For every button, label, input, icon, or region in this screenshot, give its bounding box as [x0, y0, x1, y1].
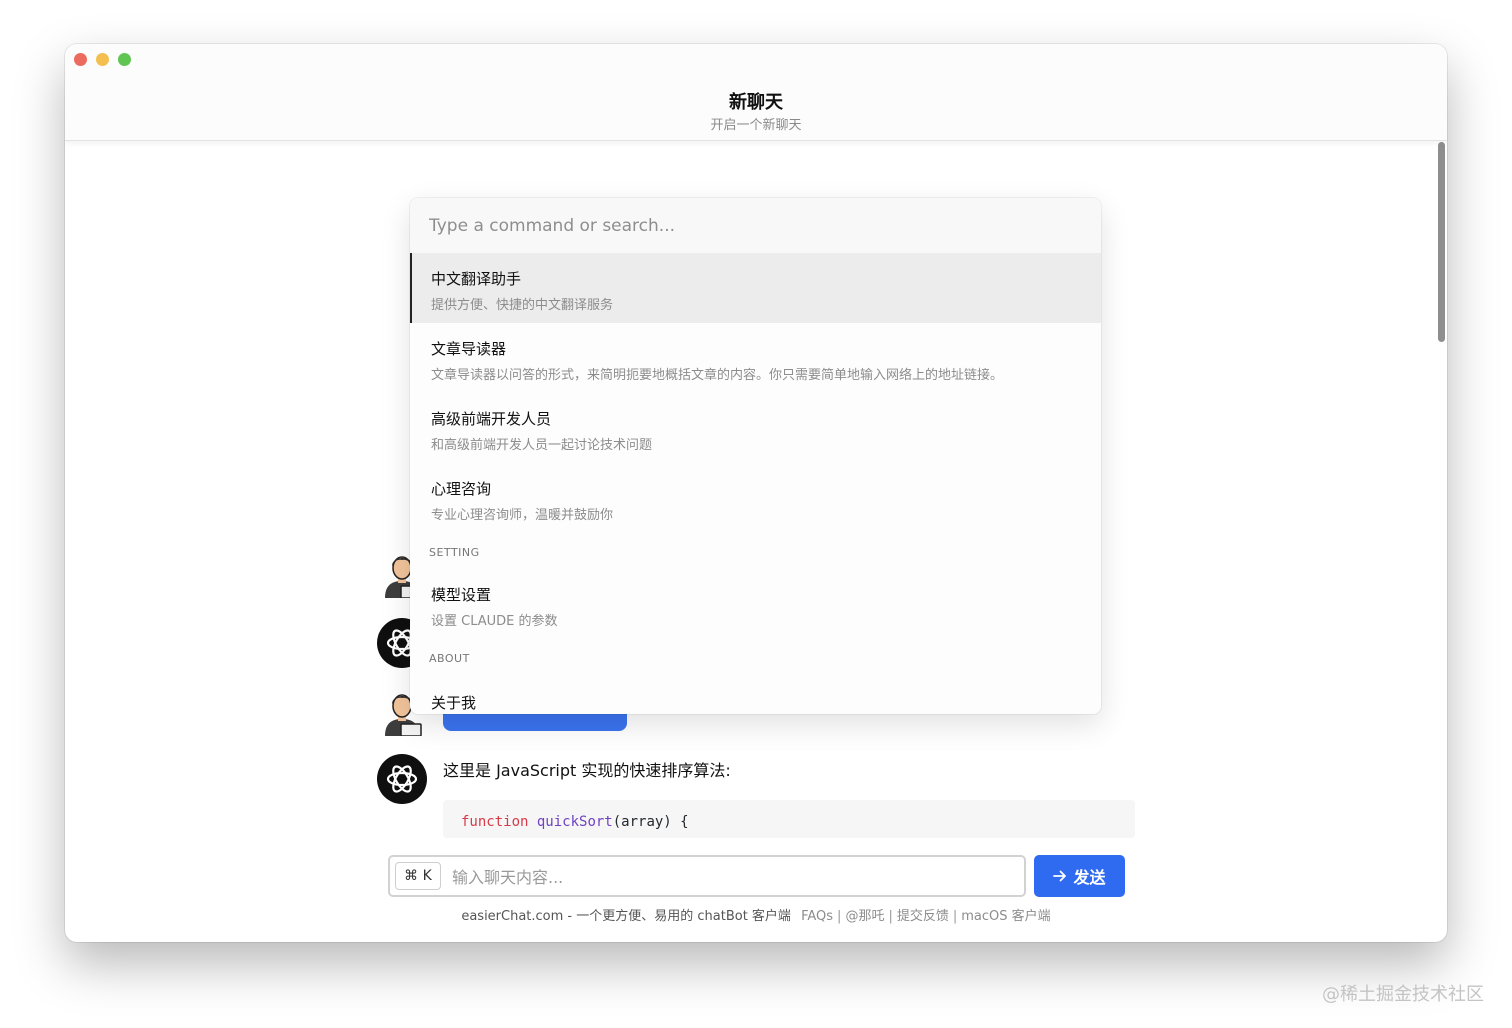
footer-link-author[interactable]: @那吒 [845, 909, 884, 924]
arrow-right-icon [1053, 870, 1067, 882]
palette-item-title: 中文翻译助手 [431, 270, 522, 288]
code-keyword: function [461, 814, 529, 830]
footer-link-feedback[interactable]: 提交反馈 [897, 909, 949, 924]
palette-item-about-me[interactable]: 关于我 [410, 677, 1101, 714]
chat-input-box: ⌘ K [388, 855, 1026, 897]
title-bar: 新聊天 开启一个新聊天 [65, 44, 1447, 141]
window-controls [74, 53, 131, 66]
palette-item-model-settings[interactable]: 模型设置 设置 CLAUDE 的参数 [410, 569, 1101, 639]
palette-item-desc: 文章导读器以问答的形式，来简明扼要地概括文章的内容。你只需要简单地输入网络上的地… [431, 368, 1004, 383]
watermark: @稀土掘金技术社区 [1322, 984, 1484, 1005]
palette-item-title: 高级前端开发人员 [431, 410, 552, 428]
palette-item-desc: 提供方便、快捷的中文翻译服务 [431, 298, 614, 313]
chat-title: 新聊天 [729, 92, 783, 113]
palette-item-desc: 设置 CLAUDE 的参数 [431, 614, 558, 629]
palette-item-desc: 专业心理咨询师，温暖并鼓励你 [431, 508, 614, 523]
palette-item-title: 心理咨询 [431, 480, 492, 498]
chat-subtitle: 开启一个新聊天 [710, 118, 802, 133]
palette-group-about: ABOUT [429, 652, 470, 665]
palette-item-title: 关于我 [431, 694, 477, 712]
palette-item-frontend-dev[interactable]: 高级前端开发人员 和高级前端开发人员一起讨论技术问题 [410, 393, 1101, 463]
palette-item-counseling[interactable]: 心理咨询 专业心理咨询师，温暖并鼓励你 [410, 463, 1101, 533]
footer-link-macos-client[interactable]: macOS 客户端 [961, 909, 1050, 924]
palette-item-desc: 和高级前端开发人员一起讨论技术问题 [431, 438, 653, 453]
command-palette: 中文翻译助手 提供方便、快捷的中文翻译服务 文章导读器 文章导读器以问答的形式，… [410, 198, 1101, 714]
footer-brand: easierChat.com - 一个更方便、易用的 chatBot 客户端 [461, 909, 791, 924]
code-block: function quickSort(array) { [443, 800, 1135, 838]
code-line: function quickSort(array) { [461, 814, 689, 830]
chat-input[interactable] [450, 857, 1014, 897]
palette-item-title: 模型设置 [431, 586, 492, 604]
command-shortcut-badge[interactable]: ⌘ K [395, 862, 441, 890]
send-button[interactable]: 发送 [1034, 855, 1125, 897]
code-function-name: quickSort [536, 814, 613, 830]
app-window: 新聊天 开启一个新聊天 这里是 JavaScript 实现的快速排序算法: fu… [65, 44, 1447, 942]
send-button-label: 发送 [1073, 868, 1106, 887]
palette-item-article-reader[interactable]: 文章导读器 文章导读器以问答的形式，来简明扼要地概括文章的内容。你只需要简单地输… [410, 323, 1101, 393]
footer: easierChat.com - 一个更方便、易用的 chatBot 客户端 F… [461, 909, 1051, 924]
scrollbar-thumb[interactable] [1438, 142, 1445, 342]
code-rest: (array) { [612, 814, 689, 830]
command-search-input[interactable] [410, 198, 1101, 253]
close-window-button[interactable] [74, 53, 87, 66]
palette-group-setting: SETTING [429, 546, 480, 559]
minimize-window-button[interactable] [96, 53, 109, 66]
footer-link-faqs[interactable]: FAQs [801, 909, 833, 924]
palette-item-translator[interactable]: 中文翻译助手 提供方便、快捷的中文翻译服务 [410, 253, 1101, 323]
bot-message-text: 这里是 JavaScript 实现的快速排序算法: [443, 761, 731, 780]
bot-avatar-icon [377, 754, 427, 804]
palette-item-title: 文章导读器 [431, 340, 507, 358]
zoom-window-button[interactable] [118, 53, 131, 66]
